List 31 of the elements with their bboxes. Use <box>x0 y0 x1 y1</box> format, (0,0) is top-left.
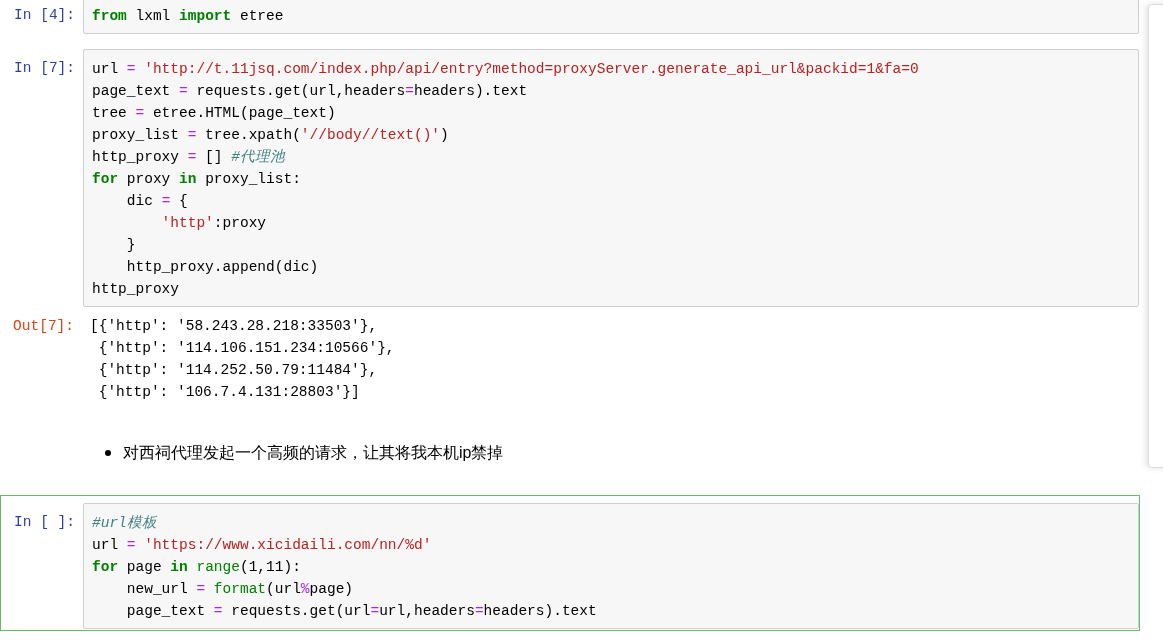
code-line: http_proxy <box>92 280 180 299</box>
code-line: page_text = requests.get(url=url,headers=headers).text <box>125 602 598 621</box>
code-line: http_proxy = [] #代理池 <box>92 148 287 167</box>
code-line: url = 'https://www.xicidaili.com/nn/%d' <box>92 536 433 555</box>
code-line: for page in range(1,11): <box>92 558 302 577</box>
code-line: proxy_list = tree.xpath('//body//text()') <box>92 126 450 145</box>
code-line: url = 'http://t.11jsq.com/index.php/api/entry?method=proxyServer.generate_api_url&packid=1&fa=0 <box>92 60 920 79</box>
code-line: page_text = requests.get(url,headers=headers).text <box>92 82 529 101</box>
output-line: {'http': '106.7.4.131:28803'}] <box>97 383 361 402</box>
code-line: } <box>125 236 137 255</box>
output-prompt: Out[7]: <box>12 317 75 336</box>
input-prompt: In [7]: <box>13 59 76 78</box>
bullet-icon <box>105 450 111 456</box>
code-cell[interactable]: In [ ]: #url模板 url = 'https://www.xicidaili.com/nn/%d' for page in range(1,11): new_url = format(url%page) page_text = requests.get(url=url,headers=headers).text <box>0 495 1140 631</box>
code-line: for proxy in proxy_list: <box>92 170 302 189</box>
code-line: from lxml import etree <box>92 7 285 26</box>
code-line: new_url = format(url%page) <box>125 580 355 599</box>
input-prompt: In [4]: <box>13 6 76 25</box>
code-line: tree = etree.HTML(page_text) <box>92 104 337 123</box>
output-line: [{'http': '58.243.28.218:33503'}, <box>90 317 379 336</box>
code-editor[interactable]: from lxml import etree <box>83 0 1139 34</box>
input-prompt: In [ ]: <box>13 513 76 532</box>
code-editor[interactable]: #url模板 url = 'https://www.xicidaili.com/nn/%d' for page in range(1,11): new_url = format(url%page) page_text = requests.get(url=url,headers=headers).text <box>83 503 1139 629</box>
code-cell[interactable]: In [4]: from lxml import etree <box>0 0 1140 38</box>
code-line: http_proxy.append(dic) <box>125 258 320 277</box>
code-line: 'http':proxy <box>160 214 268 233</box>
code-line: dic = { <box>125 192 189 211</box>
output-line: {'http': '114.252.50.79:11484'}, <box>97 361 379 380</box>
list-text: 对西祠代理发起一个高频的请求，让其将我本机ip禁掉 <box>123 443 504 463</box>
code-line: #url模板 <box>92 514 158 533</box>
output-line: {'http': '114.106.151.234:10566'}, <box>97 339 395 358</box>
